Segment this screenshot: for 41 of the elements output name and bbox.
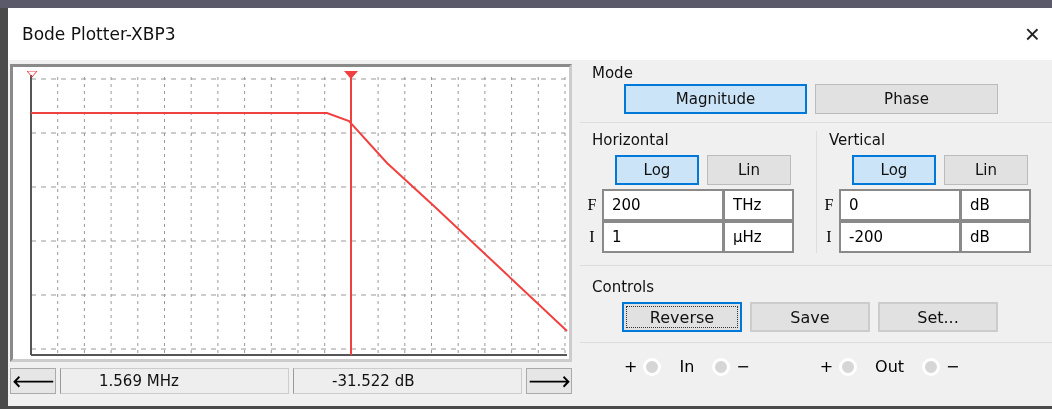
left-arrow-button[interactable]: 🡐 <box>10 368 56 394</box>
terminal-icon[interactable] <box>839 357 858 376</box>
field-label: F <box>586 196 598 214</box>
gain-readout: -31.522 dB <box>293 368 522 394</box>
field-label: F <box>823 196 835 214</box>
mode-button[interactable]: Magnitude <box>624 84 807 114</box>
scale-button[interactable]: Log <box>615 155 699 185</box>
minus-sign: − <box>736 357 750 376</box>
value-field[interactable]: 0 <box>839 189 961 221</box>
right-arrow-button[interactable]: 🡒 <box>526 368 572 394</box>
control-button[interactable]: Save <box>750 302 870 332</box>
window-title: Bode Plotter-XBP3 <box>22 24 176 44</box>
scale-button[interactable]: Lin <box>944 155 1028 185</box>
plus-sign: + <box>624 357 638 376</box>
scale-button[interactable]: Log <box>852 155 936 185</box>
plus-sign: + <box>819 357 834 376</box>
field-label: I <box>825 228 833 246</box>
close-button[interactable]: × <box>1014 18 1050 50</box>
control-button[interactable]: Set... <box>878 302 998 332</box>
value-field[interactable]: 1 <box>602 221 724 253</box>
group-label: Horizontal <box>591 131 670 151</box>
terminal-icon[interactable] <box>922 357 941 376</box>
terminal-label: In <box>678 357 696 376</box>
group-label: Vertical <box>828 131 887 151</box>
unit-field[interactable]: dB <box>961 189 1031 221</box>
value-field[interactable]: 200 <box>602 189 724 221</box>
unit-field[interactable]: µHz <box>724 221 794 253</box>
scale-button[interactable]: Lin <box>707 155 791 185</box>
mode-button[interactable]: Phase <box>815 84 998 114</box>
value-field[interactable]: -200 <box>839 221 961 253</box>
unit-field[interactable]: THz <box>724 189 794 221</box>
frequency-readout: 1.569 MHz <box>60 368 289 394</box>
control-button[interactable]: Reverse <box>622 302 742 332</box>
terminal-icon[interactable] <box>643 357 662 376</box>
field-label: I <box>588 228 596 246</box>
unit-field[interactable]: dB <box>961 221 1031 253</box>
terminal-label: Out <box>874 357 906 376</box>
terminal-icon[interactable] <box>712 357 731 376</box>
minus-sign: − <box>946 357 960 376</box>
group-label: Mode <box>591 64 634 84</box>
group-label: Controls <box>591 278 656 298</box>
